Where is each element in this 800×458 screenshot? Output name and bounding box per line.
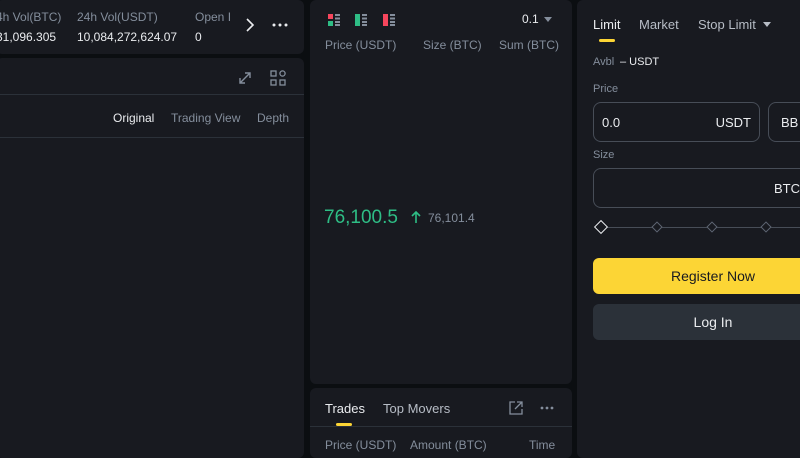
price-input[interactable]: 0.0 USDT	[593, 102, 760, 142]
tab-trading-view[interactable]: Trading View	[171, 111, 240, 125]
chart-panel: Original Trading View Depth	[0, 58, 304, 458]
size-label: Size	[593, 149, 615, 161]
tab-top-movers[interactable]: Top Movers	[383, 401, 450, 416]
order-book-asks-icon[interactable]	[383, 14, 395, 26]
vol-btc-value: 31,096.305	[0, 30, 57, 44]
order-book-panel: 0.1 Price (USDT) Size (BTC) Sum (BTC) 76…	[310, 0, 572, 384]
arrow-up-icon	[410, 210, 422, 224]
tab-stop-limit: Stop Limit	[698, 17, 756, 32]
precision-value: 0.1	[522, 12, 539, 26]
register-now-button[interactable]: Register Now	[593, 258, 800, 294]
ob-header-price: Price (USDT)	[325, 38, 397, 52]
layout-grid-icon[interactable]	[269, 69, 287, 87]
log-in-button[interactable]: Log In	[593, 304, 800, 340]
ob-header-sum: Sum (BTC)	[499, 38, 559, 52]
slider-mark-25[interactable]	[651, 221, 663, 233]
chart-area[interactable]	[0, 138, 304, 458]
slider-mark-50[interactable]	[706, 221, 718, 233]
open-interest-label: Open I	[195, 10, 232, 24]
expand-icon[interactable]	[236, 69, 254, 87]
order-book-both-icon[interactable]	[328, 14, 340, 26]
register-now-label: Register Now	[670, 268, 756, 284]
bbo-label: BB	[781, 115, 799, 130]
trades-panel: Trades Top Movers Price (USDT) Amount (B…	[310, 388, 572, 458]
price-unit: USDT	[715, 115, 751, 130]
divider	[0, 94, 304, 95]
avbl-label: Avbl	[593, 56, 615, 68]
tab-trades[interactable]: Trades	[325, 401, 365, 416]
price-label: Price	[593, 83, 619, 95]
caret-down-icon	[543, 16, 552, 22]
caret-down-icon	[762, 22, 771, 27]
vol-usdt-label: 24h Vol(USDT)	[77, 10, 158, 24]
ticker-stats-panel: 4h Vol(BTC) 31,096.305 24h Vol(USDT) 10,…	[0, 0, 304, 54]
tab-limit[interactable]: Limit	[593, 17, 620, 32]
tab-market[interactable]: Market	[639, 17, 679, 32]
log-in-label: Log In	[693, 314, 733, 330]
slider-handle[interactable]	[593, 219, 609, 235]
chevron-right-icon[interactable]	[242, 17, 258, 33]
limit-tab-underline	[599, 39, 615, 42]
last-price: 76,100.5	[324, 207, 398, 228]
order-book-bids-icon[interactable]	[355, 14, 367, 26]
tab-depth[interactable]: Depth	[257, 111, 289, 125]
mark-price[interactable]: 76,101.4	[428, 211, 475, 225]
precision-select[interactable]: 0.1	[522, 12, 552, 26]
more-icon[interactable]	[270, 17, 290, 33]
ob-header-size: Size (BTC)	[423, 38, 482, 52]
open-interest-value: 0	[195, 30, 202, 44]
avbl-value: – USDT	[620, 56, 660, 68]
divider	[310, 426, 572, 427]
external-link-icon[interactable]	[508, 400, 524, 416]
bbo-button[interactable]: BB	[768, 102, 800, 142]
order-form-panel: Limit Market Stop Limit Avbl – USDT Pric…	[577, 0, 800, 458]
vol-usdt-value: 10,084,272,624.07	[77, 30, 178, 44]
size-unit: BTC	[774, 181, 800, 196]
tab-original[interactable]: Original	[113, 111, 154, 125]
more-icon[interactable]	[538, 400, 556, 416]
slider-mark-75[interactable]	[760, 221, 772, 233]
size-input[interactable]: BTC	[593, 168, 800, 208]
vol-btc-label: 4h Vol(BTC)	[0, 10, 62, 24]
size-slider[interactable]	[593, 218, 800, 236]
price-input-value: 0.0	[602, 115, 621, 130]
stop-limit-select[interactable]: Stop Limit	[698, 17, 771, 32]
